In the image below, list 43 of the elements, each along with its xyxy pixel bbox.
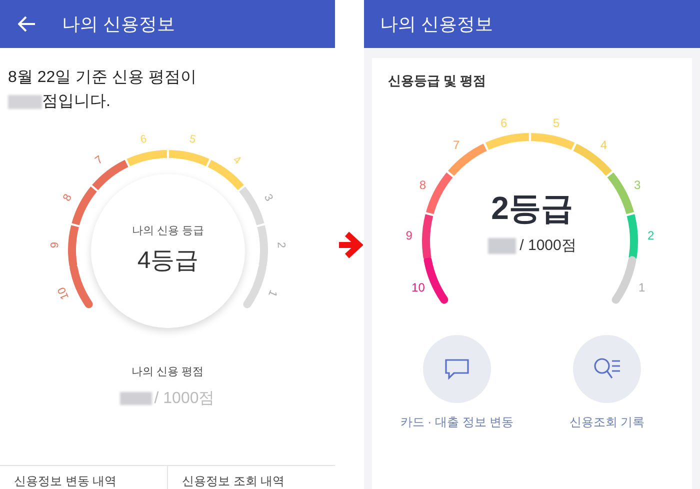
grade-value: 4등급 [137, 246, 199, 276]
tab[interactable]: 신용정보 변동 내역 [0, 466, 167, 489]
tab[interactable]: 신용정보 조회 내역 [167, 466, 335, 489]
grade-label: 6 [500, 115, 508, 130]
grade-label: 4 [230, 154, 243, 167]
blurred-score [488, 238, 516, 254]
arrow-icon [336, 230, 362, 260]
grade-label: 5 [552, 115, 560, 130]
grade-label: 2 [648, 228, 654, 242]
grade-caption: 나의 신용 등급 [132, 224, 204, 239]
grade-value: 2등급 [491, 188, 573, 226]
score-label: 나의 신용 평점 [131, 365, 204, 380]
action-button[interactable]: 카드 · 대출 정보 변동 [387, 334, 527, 430]
grade-label: 8 [419, 178, 426, 192]
grade-label: 2 [274, 242, 288, 248]
action-label: 카드 · 대출 정보 변동 [400, 414, 514, 430]
grade-label: 1 [638, 280, 646, 294]
grade-label: 3 [262, 192, 275, 204]
grade-label: 10 [56, 285, 72, 302]
grade-label: 10 [412, 280, 425, 294]
grade-label: 7 [93, 154, 106, 167]
card-title: 신용등급 및 평점 [387, 72, 488, 90]
chat-icon [444, 358, 470, 380]
summary-text: 점입니다. [42, 92, 110, 112]
action-label: 신용조회 기록 [569, 414, 645, 430]
blurred-score [120, 392, 152, 405]
grade-label: 6 [139, 133, 148, 146]
summary-text: 8월 22일 기준 신용 평점이 [8, 68, 198, 88]
grade-label: 3 [634, 178, 641, 192]
grade-label: 5 [188, 133, 197, 146]
action-button[interactable]: 신용조회 기록 [537, 334, 677, 430]
search-list-icon [593, 356, 621, 380]
grade-label: 8 [61, 192, 74, 204]
score-total: / 1000점 [520, 236, 576, 256]
grade-label: 7 [453, 138, 460, 152]
blurred-score [8, 95, 42, 109]
grade-label: 9 [48, 242, 62, 248]
grade-label: 1 [266, 288, 280, 298]
grade-label: 4 [600, 138, 607, 152]
screen-title: 나의 신용정보 [380, 12, 494, 36]
screen-title: 나의 신용정보 [62, 12, 176, 36]
score-total: / 1000점 [154, 388, 215, 408]
grade-label: 9 [406, 228, 412, 242]
